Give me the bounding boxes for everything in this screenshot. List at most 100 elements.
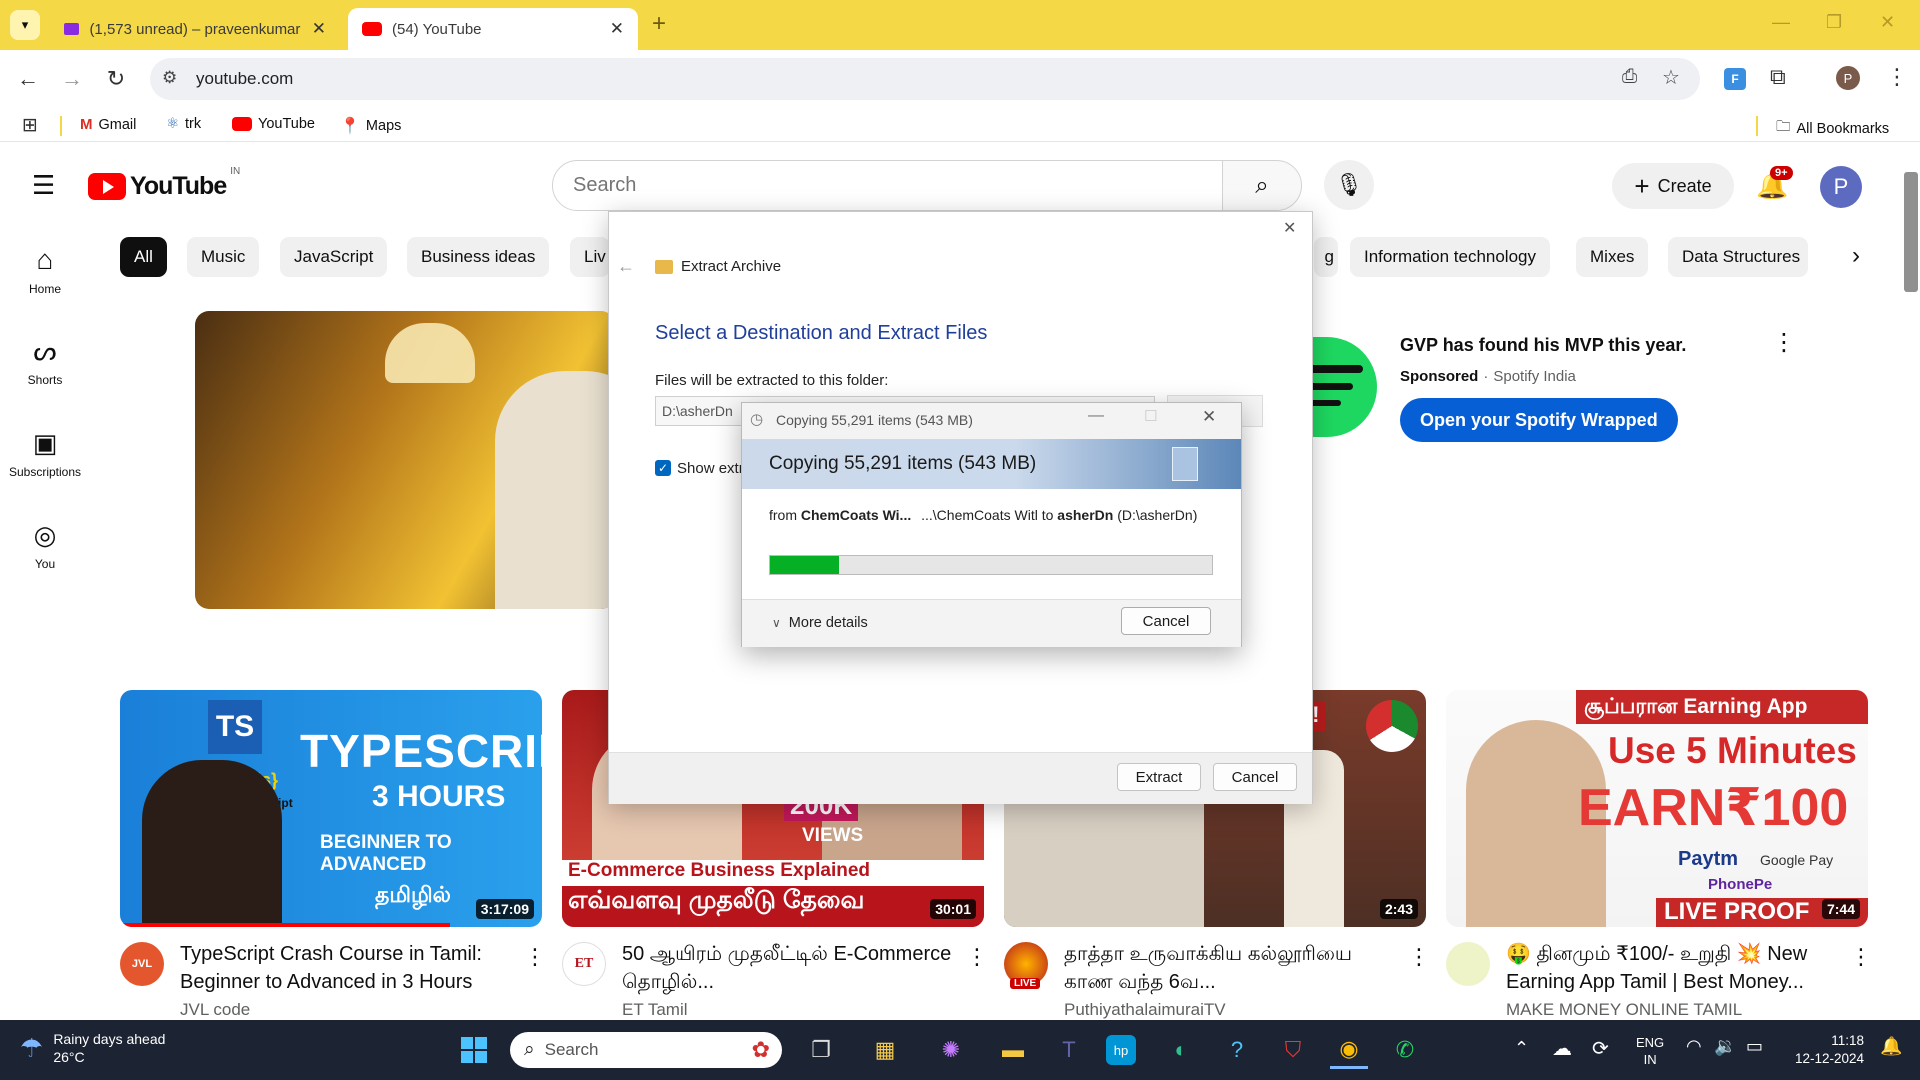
- ad-thumbnail[interactable]: [195, 311, 615, 609]
- weather-widget[interactable]: ☂ Rainy days ahead 26°C: [20, 1030, 165, 1066]
- onedrive-icon[interactable]: ☁: [1552, 1036, 1572, 1061]
- account-avatar[interactable]: P: [1820, 166, 1862, 208]
- video-menu-icon[interactable]: ⋮: [524, 944, 546, 970]
- chip-business-ideas[interactable]: Business ideas: [407, 237, 550, 277]
- chip-javascript[interactable]: JavaScript: [280, 237, 388, 277]
- sidebar-item-you[interactable]: ◎ You: [0, 520, 90, 571]
- video-title[interactable]: TypeScript Crash Course in Tamil: Beginn…: [180, 940, 520, 996]
- channel-name[interactable]: ET Tamil: [622, 1000, 688, 1020]
- close-window-icon[interactable]: ✕: [1880, 12, 1895, 33]
- video-menu-icon[interactable]: ⋮: [1850, 944, 1872, 970]
- battery-icon[interactable]: ▭: [1746, 1036, 1763, 1057]
- start-button[interactable]: [455, 1031, 493, 1069]
- back-icon[interactable]: ←: [617, 256, 635, 277]
- help-icon[interactable]: ?: [1218, 1031, 1256, 1069]
- star-icon[interactable]: ☆: [1662, 65, 1680, 90]
- channel-avatar[interactable]: ET: [562, 942, 606, 986]
- extract-button[interactable]: Extract: [1117, 763, 1201, 791]
- store-icon[interactable]: ▦: [866, 1031, 904, 1069]
- chrome-icon[interactable]: ◉: [1330, 1031, 1368, 1069]
- notification-bell-icon[interactable]: 🔔: [1880, 1036, 1902, 1057]
- page-scrollbar[interactable]: [1904, 172, 1918, 292]
- close-icon[interactable]: ✕: [312, 19, 326, 39]
- hp-icon[interactable]: hp: [1106, 1035, 1136, 1065]
- profile-avatar[interactable]: P: [1836, 66, 1860, 90]
- tray-overflow-icon[interactable]: ⌃: [1514, 1038, 1529, 1059]
- back-icon[interactable]: ←: [12, 63, 44, 95]
- search-box[interactable]: Search: [552, 160, 1223, 211]
- hamburger-icon[interactable]: ☰: [32, 170, 55, 201]
- sidebar-item-subscriptions[interactable]: ▣ Subscriptions: [0, 428, 90, 479]
- show-files-checkbox[interactable]: ✓: [655, 460, 671, 476]
- whatsapp-icon[interactable]: ✆: [1386, 1031, 1424, 1069]
- channel-name[interactable]: JVL code: [180, 1000, 250, 1020]
- address-bar[interactable]: ⚙ youtube.com ⎙ ☆: [150, 58, 1700, 100]
- taskbar-search[interactable]: ⌕ Search ✿: [510, 1032, 782, 1068]
- forward-icon[interactable]: →: [56, 63, 88, 95]
- sidebar-item-home[interactable]: ⌂ Home: [0, 244, 90, 296]
- create-button[interactable]: + Create: [1612, 163, 1734, 209]
- cancel-copy-button[interactable]: Cancel: [1121, 607, 1211, 635]
- notifications-button[interactable]: 🔔 9+: [1756, 166, 1793, 201]
- video-thumbnail[interactable]: சூப்பரான Earning App Use 5 Minutes EARN₹…: [1446, 690, 1868, 927]
- minimize-icon[interactable]: —: [1772, 12, 1790, 33]
- sync-icon[interactable]: ⟳: [1592, 1036, 1609, 1061]
- clock[interactable]: 11:18 12-12-2024: [1790, 1032, 1864, 1068]
- install-icon[interactable]: ⎙: [1622, 66, 1637, 88]
- wifi-icon[interactable]: ◠: [1686, 1036, 1702, 1057]
- file-explorer-icon[interactable]: ▬: [994, 1031, 1032, 1069]
- puzzle-icon[interactable]: ⧉: [1770, 64, 1786, 90]
- more-details-toggle[interactable]: ∨ More details: [772, 615, 868, 631]
- volume-icon[interactable]: 🔉: [1714, 1036, 1736, 1057]
- copilot-icon[interactable]: ✺: [932, 1031, 970, 1069]
- channel-avatar[interactable]: JVL: [120, 942, 164, 986]
- reload-icon[interactable]: ↻: [100, 63, 132, 95]
- ad-title[interactable]: GVP has found his MVP this year.: [1400, 335, 1686, 356]
- channel-name[interactable]: MAKE MONEY ONLINE TAMIL: [1506, 1000, 1742, 1020]
- chip-mixes[interactable]: Mixes: [1576, 237, 1649, 277]
- chip-data-structures[interactable]: Data Structures: [1668, 237, 1808, 277]
- close-icon[interactable]: ✕: [1283, 218, 1296, 238]
- mcafee-icon[interactable]: ⛉: [1274, 1031, 1312, 1069]
- bookmark-youtube[interactable]: YouTube: [232, 116, 315, 132]
- channel-name[interactable]: PuthiyathalaimuraiTV: [1064, 1000, 1226, 1020]
- sidebar-item-shorts[interactable]: ᔕ Shorts: [0, 336, 90, 387]
- tab-gmail[interactable]: (1,573 unread) – praveenkumar ✕: [50, 8, 340, 50]
- video-title[interactable]: தாத்தா உருவாக்கிய கல்லூரியை காண வந்த 6வ.…: [1064, 940, 1404, 996]
- ad-menu-icon[interactable]: ⋮: [1772, 328, 1796, 357]
- ad-cta-button[interactable]: Open your Spotify Wrapped: [1400, 398, 1678, 442]
- youtube-logo[interactable]: YouTube IN: [88, 166, 240, 201]
- voice-search-button[interactable]: 🎙: [1324, 160, 1374, 210]
- bookmark-gmail[interactable]: M Gmail: [80, 116, 136, 133]
- chip-live[interactable]: Liv: [570, 237, 610, 277]
- close-icon[interactable]: ✕: [610, 19, 624, 39]
- chevron-right-icon[interactable]: ›: [1852, 242, 1860, 270]
- new-tab-button[interactable]: +: [652, 10, 666, 38]
- tab-search-button[interactable]: ▾: [10, 10, 40, 40]
- search-input[interactable]: Search: [573, 174, 636, 197]
- video-menu-icon[interactable]: ⋮: [966, 944, 988, 970]
- bookmark-maps[interactable]: 📍 Maps: [340, 116, 401, 136]
- video-title[interactable]: 🤑 தினமும் ₹100/- உறுதி 💥 New Earning App…: [1506, 940, 1846, 996]
- site-info-icon[interactable]: ⚙: [162, 68, 177, 88]
- video-menu-icon[interactable]: ⋮: [1408, 944, 1430, 970]
- task-view-icon[interactable]: ❐: [802, 1031, 840, 1069]
- minimize-icon[interactable]: —: [1088, 407, 1104, 425]
- search-button[interactable]: ⌕: [1222, 160, 1302, 211]
- extension-icon[interactable]: F: [1724, 68, 1746, 90]
- menu-icon[interactable]: ⋮: [1886, 64, 1908, 90]
- maximize-icon[interactable]: ❐: [1826, 12, 1842, 33]
- tab-youtube[interactable]: (54) YouTube ✕: [348, 8, 638, 50]
- bookmark-trk[interactable]: ⚛ trk: [166, 116, 201, 132]
- chip-music[interactable]: Music: [187, 237, 260, 277]
- video-thumbnail[interactable]: TS {.js} JavaScript TYPESCRIPT 3 HOURS B…: [120, 690, 542, 927]
- language-indicator[interactable]: ENG IN: [1636, 1034, 1664, 1068]
- teams-icon[interactable]: T: [1050, 1031, 1088, 1069]
- edge-icon[interactable]: ◐: [1162, 1031, 1200, 1069]
- apps-icon[interactable]: ⊞: [22, 114, 38, 137]
- chip-all[interactable]: All: [120, 237, 167, 277]
- channel-avatar[interactable]: [1446, 942, 1490, 986]
- video-title[interactable]: 50 ஆயிரம் முதலீட்டில் E-Commerce தொழில்.…: [622, 940, 962, 996]
- cancel-button[interactable]: Cancel: [1213, 763, 1297, 791]
- all-bookmarks[interactable]: 🗀 All Bookmarks: [1776, 116, 1889, 141]
